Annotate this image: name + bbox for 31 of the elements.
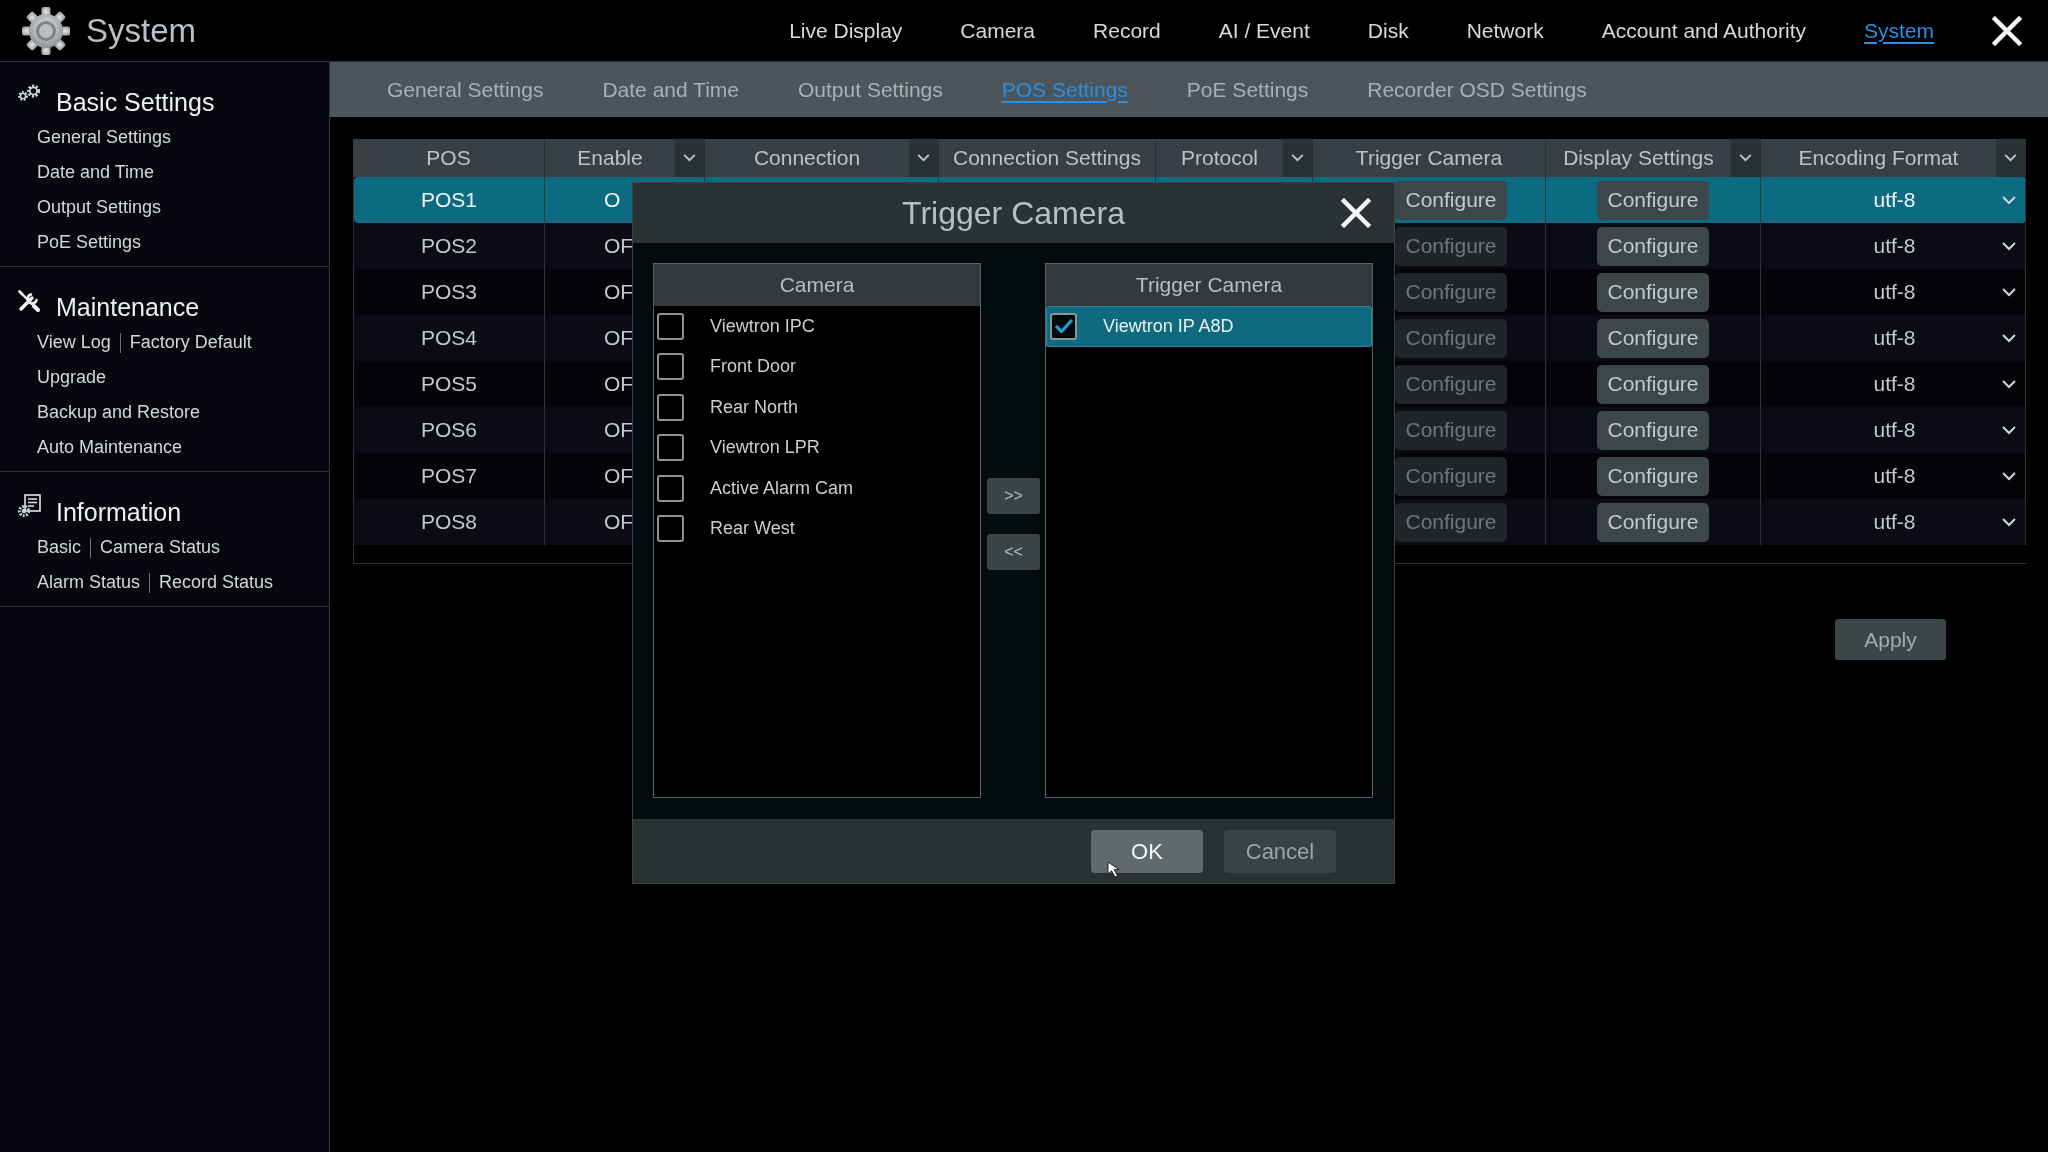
- table-cell-text: POS8: [421, 509, 477, 536]
- table-cell-text: OF: [604, 325, 634, 352]
- table-cell-text: POS5: [421, 371, 477, 398]
- table-cell-text: OF: [604, 371, 634, 398]
- table-cell-text: POS2: [421, 233, 477, 260]
- table-cell-text: O: [604, 187, 621, 214]
- table-cell-text: POS6: [421, 417, 477, 444]
- section-heading: Maintenance: [56, 292, 200, 324]
- column-header: Connection Settings: [953, 145, 1141, 172]
- column-header: Connection: [753, 145, 861, 172]
- table-cell-text: OF: [604, 279, 634, 306]
- section-heading: Basic Settings: [56, 87, 215, 119]
- column-header: Trigger Camera: [1355, 145, 1503, 172]
- section-heading: Information: [56, 497, 182, 529]
- list-header: Trigger Camera: [1135, 272, 1283, 299]
- table-cell-text: POS3: [421, 279, 477, 306]
- column-header: Encoding Format: [1798, 145, 1959, 172]
- table-cell-text: POS4: [421, 325, 477, 352]
- table-cell-text: OF: [604, 463, 634, 490]
- column-header: POS: [426, 145, 471, 172]
- column-header: Enable: [577, 145, 643, 172]
- column-header: Protocol: [1180, 145, 1258, 172]
- table-cell-text: OF: [604, 417, 634, 444]
- list-header: Camera: [779, 272, 855, 299]
- dialog-title: Trigger Camera: [902, 194, 1125, 233]
- table-cell-text: OF: [604, 509, 634, 536]
- table-cell-text: OF: [604, 233, 634, 260]
- column-header: Display Settings: [1563, 145, 1714, 172]
- table-cell-text: POS7: [421, 463, 477, 490]
- table-cell-text: POS1: [421, 187, 477, 214]
- app-title: System: [86, 14, 197, 47]
